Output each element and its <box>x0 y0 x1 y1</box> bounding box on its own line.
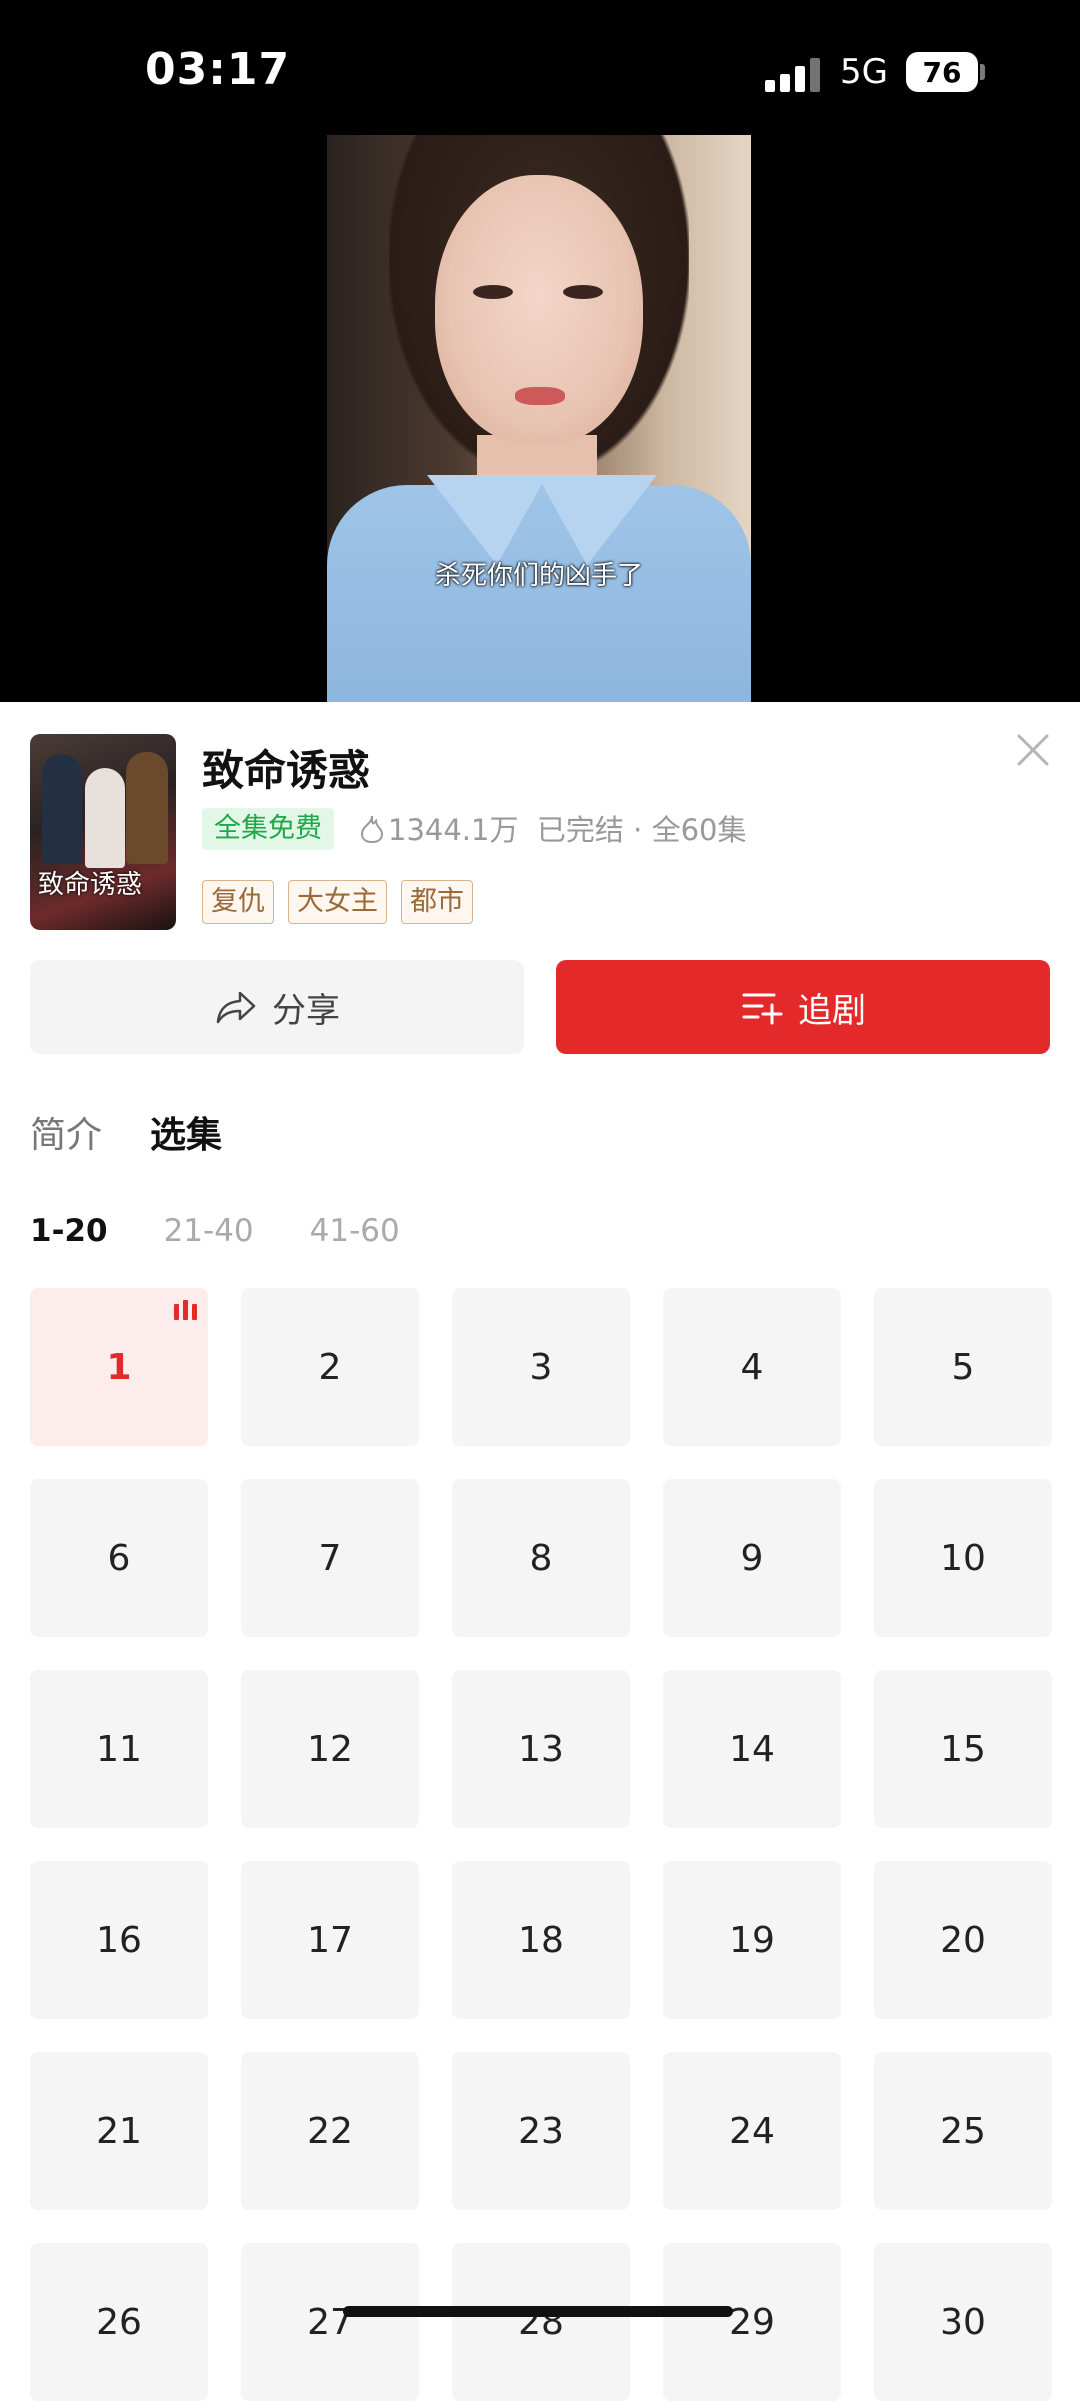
episode-number: 9 <box>740 1537 764 1579</box>
episode-number: 12 <box>307 1728 353 1770</box>
episode-number: 15 <box>940 1728 986 1770</box>
tag-item[interactable]: 都市 <box>401 880 473 924</box>
episode-number: 8 <box>529 1537 553 1579</box>
episode-number: 3 <box>529 1346 553 1388</box>
episode-number: 26 <box>96 2301 142 2343</box>
status-time: 03:17 <box>145 44 291 95</box>
range-tab[interactable]: 1-20 <box>30 1213 108 1249</box>
tag-item[interactable]: 大女主 <box>288 880 387 924</box>
episode-item[interactable]: 25 <box>874 2052 1052 2210</box>
share-button[interactable]: 分享 <box>30 960 524 1054</box>
video-face <box>435 175 643 445</box>
episode-item[interactable]: 18 <box>452 1861 630 2019</box>
episode-item[interactable]: 28 <box>452 2243 630 2401</box>
free-badge: 全集免费 <box>202 808 334 850</box>
episode-item[interactable]: 15 <box>874 1670 1052 1828</box>
follow-button[interactable]: 追剧 <box>556 960 1050 1054</box>
now-playing-icon <box>174 1300 198 1320</box>
episode-number: 7 <box>318 1537 342 1579</box>
episode-range-selector: 1-20 21-40 41-60 <box>30 1213 456 1249</box>
signal-icon <box>765 58 821 92</box>
range-tab[interactable]: 21-40 <box>164 1213 254 1249</box>
video-subtitle: 杀死你们的凶手了 <box>434 561 643 591</box>
episode-number: 13 <box>518 1728 564 1770</box>
episode-item[interactable]: 5 <box>874 1288 1052 1446</box>
episode-item[interactable]: 6 <box>30 1479 208 1637</box>
episode-number: 2 <box>318 1346 342 1388</box>
share-label: 分享 <box>272 990 340 1031</box>
episode-number: 6 <box>107 1537 131 1579</box>
tag-item[interactable]: 复仇 <box>202 880 274 924</box>
episode-item[interactable]: 30 <box>874 2243 1052 2401</box>
network-type: 5G <box>840 52 888 92</box>
episode-item[interactable]: 14 <box>663 1670 841 1828</box>
episode-number: 20 <box>940 1919 986 1961</box>
home-indicator[interactable] <box>343 2306 733 2317</box>
episode-item[interactable]: 23 <box>452 2052 630 2210</box>
episode-item[interactable]: 17 <box>241 1861 419 2019</box>
episode-number: 5 <box>951 1346 975 1388</box>
episode-item[interactable]: 26 <box>30 2243 208 2401</box>
tab-intro[interactable]: 简介 <box>30 1106 102 1158</box>
episode-item[interactable]: 22 <box>241 2052 419 2210</box>
episode-number: 1 <box>106 1346 132 1388</box>
episode-item[interactable]: 13 <box>452 1670 630 1828</box>
tab-episodes[interactable]: 选集 <box>150 1106 222 1158</box>
poster-title: 致命诱惑 <box>38 870 143 900</box>
episode-number: 21 <box>96 2110 142 2152</box>
heat-count: 1344.1万 <box>388 813 519 847</box>
episode-number: 24 <box>729 2110 775 2152</box>
episode-item[interactable]: 12 <box>241 1670 419 1828</box>
flame-icon <box>360 815 384 844</box>
battery-icon: 76 <box>906 52 978 92</box>
share-icon <box>216 991 256 1024</box>
episode-item[interactable]: 2 <box>241 1288 419 1446</box>
episode-item[interactable]: 24 <box>663 2052 841 2210</box>
episode-item[interactable]: 21 <box>30 2052 208 2210</box>
close-icon[interactable] <box>1015 732 1051 768</box>
status-bar: 03:17 5G 76 <box>0 0 1080 140</box>
episode-item[interactable]: 9 <box>663 1479 841 1637</box>
episode-number: 16 <box>96 1919 142 1961</box>
episode-item[interactable]: 16 <box>30 1861 208 2019</box>
episode-number: 23 <box>518 2110 564 2152</box>
drama-title: 致命诱惑 <box>202 746 371 795</box>
episode-number: 17 <box>307 1919 353 1961</box>
video-frame[interactable]: 杀死你们的凶手了 <box>327 135 751 702</box>
battery-level: 76 <box>922 55 962 89</box>
episode-item[interactable]: 4 <box>663 1288 841 1446</box>
detail-tabs: 简介 选集 <box>30 1106 222 1158</box>
episode-number: 18 <box>518 1919 564 1961</box>
battery-tip <box>980 64 985 80</box>
episode-item[interactable]: 29 <box>663 2243 841 2401</box>
episode-number: 11 <box>96 1728 142 1770</box>
episode-number: 29 <box>729 2301 775 2343</box>
episode-number: 25 <box>940 2110 986 2152</box>
drama-poster[interactable]: 致命诱惑 <box>30 734 176 930</box>
episode-number: 10 <box>940 1537 986 1579</box>
drama-meta: 1344.1万 已完结 · 全60集 <box>358 810 746 850</box>
episode-item[interactable]: 11 <box>30 1670 208 1828</box>
range-tab[interactable]: 41-60 <box>310 1213 400 1249</box>
episode-item[interactable]: 8 <box>452 1479 630 1637</box>
episode-item[interactable]: 19 <box>663 1861 841 2019</box>
episode-item[interactable]: 20 <box>874 1861 1052 2019</box>
episode-number: 22 <box>307 2110 353 2152</box>
episode-item[interactable]: 10 <box>874 1479 1052 1637</box>
episode-number: 4 <box>740 1346 764 1388</box>
episode-item[interactable]: 3 <box>452 1288 630 1446</box>
follow-label: 追剧 <box>798 990 866 1031</box>
tag-list: 复仇 大女主 都市 <box>202 880 473 924</box>
episode-item[interactable]: 1 <box>30 1288 208 1446</box>
video-player[interactable]: 03:17 5G 76 杀死你们的凶手了 <box>0 0 1080 702</box>
episode-item[interactable]: 27 <box>241 2243 419 2401</box>
episode-grid: 1 2 3 4 5 6 7 8 9 10 11 12 13 14 15 16 17 18 19 20 21 22 23 24 2… <box>30 1288 1052 2401</box>
episode-number: 30 <box>940 2301 986 2343</box>
episode-item[interactable]: 7 <box>241 1479 419 1637</box>
add-playlist-icon <box>742 993 783 1025</box>
episode-number: 14 <box>729 1728 775 1770</box>
episode-number: 19 <box>729 1919 775 1961</box>
drama-status: 已完结 · 全60集 <box>536 813 747 847</box>
